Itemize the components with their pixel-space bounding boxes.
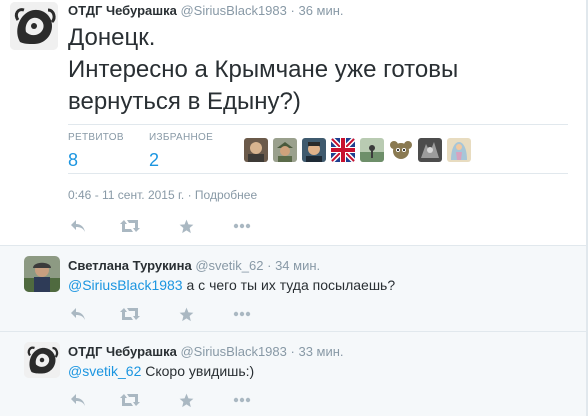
reply-author-fullname[interactable]: ОТДГ Чебурашка — [68, 344, 177, 359]
retweet-icon[interactable] — [120, 216, 140, 236]
separator-dot: · — [290, 344, 295, 359]
reply-icon[interactable] — [68, 304, 88, 324]
reply-text: @svetik_62 Скоро увидишь:) — [68, 362, 254, 380]
reply-header: Светлана Турукина @svetik_62 · 34 мин. — [68, 258, 320, 274]
star-icon[interactable] — [176, 304, 196, 324]
separator-dot: · — [290, 3, 295, 18]
author-avatar[interactable] — [10, 2, 58, 50]
author-fullname[interactable]: ОТДГ Чебурашка — [68, 3, 177, 18]
stats-divider-bottom — [68, 173, 568, 174]
reply-icon[interactable] — [68, 390, 88, 410]
retweet-icon[interactable] — [120, 390, 140, 410]
more-icon[interactable] — [232, 216, 252, 236]
tweet-text-line: вернуться в Едыну?) — [68, 88, 301, 115]
reply-body: а с чего ты их туда посылаешь? — [182, 277, 396, 293]
separator-dot: · — [267, 258, 272, 273]
reply-author-avatar[interactable] — [24, 342, 60, 378]
favoriter-avatar[interactable] — [273, 138, 297, 162]
reply-author-fullname[interactable]: Светлана Турукина — [68, 258, 192, 273]
favoriter-avatar[interactable] — [360, 138, 384, 162]
tweet-time[interactable]: 36 мин. — [298, 3, 343, 18]
reply-time[interactable]: 34 мин. — [275, 258, 320, 273]
reply-time[interactable]: 33 мин. — [298, 344, 343, 359]
favorites-label: ИЗБРАННОЕ — [149, 132, 214, 143]
mention-link[interactable]: @svetik_62 — [68, 363, 141, 379]
more-icon[interactable] — [232, 304, 252, 324]
tweet-meta: 0:46 - 11 сент. 2015 г. · Подробнее — [68, 188, 257, 202]
tweet-text-line: Донецк. — [68, 24, 156, 51]
reply-actions — [68, 304, 268, 324]
favoriter-avatar[interactable] — [331, 138, 355, 162]
retweets-stat[interactable]: РЕТВИТОВ 8 — [68, 132, 124, 171]
reply-tweet[interactable]: Светлана Турукина @svetik_62 · 34 мин. @… — [0, 246, 588, 331]
reply-header: ОТДГ Чебурашка @SiriusBlack1983 · 33 мин… — [68, 344, 344, 360]
favoriter-avatar[interactable] — [389, 138, 413, 162]
favoriter-avatar[interactable] — [418, 138, 442, 162]
replies-section: Светлана Турукина @svetik_62 · 34 мин. @… — [0, 246, 588, 416]
reply-author-handle[interactable]: @svetik_62 — [195, 258, 263, 273]
author-handle[interactable]: @SiriusBlack1983 — [180, 3, 286, 18]
reply-text: @SiriusBlack1983 а с чего ты их туда пос… — [68, 276, 395, 294]
stats-divider-top — [68, 124, 568, 125]
mention-link[interactable]: @SiriusBlack1983 — [68, 277, 183, 293]
tweet-text-line: Интересно а Крымчане уже готовы — [68, 56, 459, 83]
main-tweet-actions — [68, 216, 268, 236]
tweet-header: ОТДГ Чебурашка @SiriusBlack1983 · 36 мин… — [68, 3, 344, 19]
tweet-text: Донецк. Интересно а Крымчане уже готовы … — [68, 22, 568, 118]
star-icon[interactable] — [176, 390, 196, 410]
star-icon[interactable] — [176, 216, 196, 236]
reply-author-avatar[interactable] — [24, 256, 60, 292]
reply-actions — [68, 390, 268, 410]
retweets-count: 8 — [68, 150, 79, 170]
reply-author-handle[interactable]: @SiriusBlack1983 — [180, 344, 286, 359]
favorites-count: 2 — [149, 150, 160, 170]
reply-icon[interactable] — [68, 216, 88, 236]
retweets-label: РЕТВИТОВ — [68, 132, 124, 143]
reply-tweet[interactable]: ОТДГ Чебурашка @SiriusBlack1983 · 33 мин… — [0, 332, 588, 416]
details-link[interactable]: Подробнее — [195, 188, 257, 202]
favoriters-avatars — [244, 138, 476, 162]
reply-body: Скоро увидишь:) — [141, 363, 255, 379]
favoriter-avatar[interactable] — [447, 138, 471, 162]
separator-dot: · — [187, 188, 195, 202]
favorites-stat[interactable]: ИЗБРАННОЕ 2 — [149, 132, 213, 171]
tweet-timestamp[interactable]: 0:46 - 11 сент. 2015 г. — [68, 188, 184, 202]
favoriter-avatar[interactable] — [302, 138, 326, 162]
more-icon[interactable] — [232, 390, 252, 410]
favoriter-avatar[interactable] — [244, 138, 268, 162]
main-tweet: ОТДГ Чебурашка @SiriusBlack1983 · 36 мин… — [0, 0, 588, 246]
retweet-icon[interactable] — [120, 304, 140, 324]
